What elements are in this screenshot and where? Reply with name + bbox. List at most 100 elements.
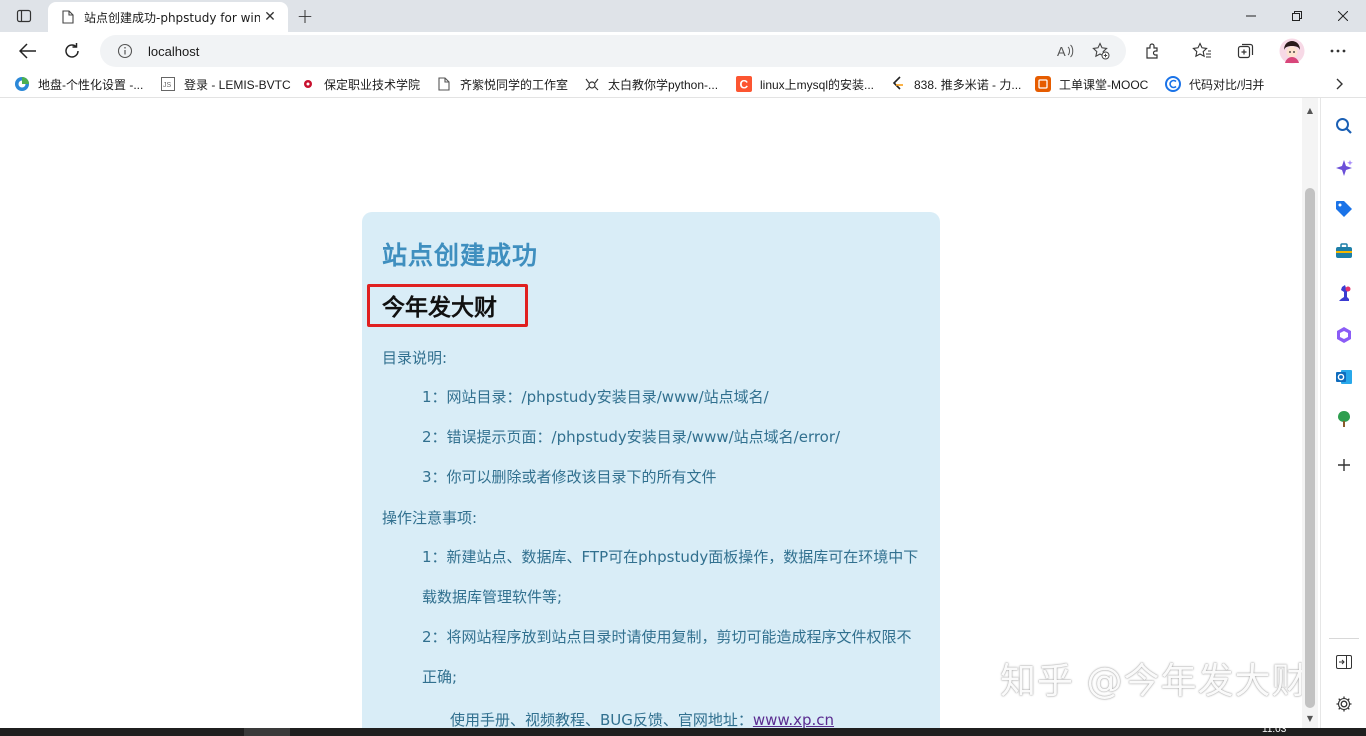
browser-tab-active[interactable]: 站点创建成功-phpstudy for windows ✕ <box>48 2 288 32</box>
page-viewport: 站点创建成功 今年发大财 目录说明: 1：网站目录：/phpstudy安装目录/… <box>0 98 1302 728</box>
sidebar-office-button[interactable] <box>1332 323 1356 347</box>
svg-text:C: C <box>740 78 749 92</box>
notes-section-title: 操作注意事项: <box>382 509 478 527</box>
csdn-c-icon: C <box>736 76 752 92</box>
official-site-link[interactable]: www.xp.cn <box>753 711 834 728</box>
bookmark-item[interactable]: 工单课堂-MOOC <box>1035 74 1148 94</box>
welcome-card: 站点创建成功 今年发大财 目录说明: 1：网站目录：/phpstudy安装目录/… <box>362 212 940 728</box>
bookmarks-overflow-button[interactable] <box>1330 74 1350 94</box>
minimize-icon <box>1246 15 1256 17</box>
scroll-down-icon[interactable]: ▼ <box>1302 710 1318 726</box>
bookmark-item[interactable]: 保定职业技术学院 <box>300 74 420 94</box>
toolbox-icon <box>1336 243 1352 258</box>
bookmark-item[interactable]: 代码对比/归并 <box>1165 74 1264 94</box>
sidebar-outlook-button[interactable] <box>1332 365 1356 389</box>
mooc-icon <box>1035 76 1051 92</box>
sidebar-tree-button[interactable] <box>1332 407 1356 431</box>
back-arrow-icon <box>19 43 36 59</box>
bookmark-item[interactable]: 地盘-个性化设置 -... <box>14 74 143 94</box>
url-text[interactable]: localhost <box>148 44 199 59</box>
sidebar-shopping-button[interactable] <box>1332 197 1356 221</box>
sidebar-search-button[interactable] <box>1332 114 1356 138</box>
search-icon <box>1336 118 1352 134</box>
bookmark-label: 保定职业技术学院 <box>324 77 421 92</box>
notes-item: 2：将网站程序放到站点目录时请使用复制，剪切可能造成程序文件权限不正确; <box>422 628 912 686</box>
new-tab-button[interactable]: + <box>292 4 318 28</box>
sidebar-divider <box>1329 638 1359 639</box>
panel-collapse-icon <box>1336 655 1352 669</box>
settings-more-button[interactable] <box>1322 35 1354 67</box>
spider-icon <box>584 76 600 92</box>
tag-icon <box>1336 201 1352 217</box>
bookmark-item[interactable]: 太白教你学python-... <box>584 74 718 94</box>
sidebar-settings-button[interactable] <box>1332 692 1356 716</box>
directory-item: 1：网站目录：/phpstudy安装目录/www/站点域名/ <box>422 388 769 406</box>
bookmark-item[interactable]: 齐紫悦同学的工作室 <box>436 74 568 94</box>
footer-links: 使用手册、视频教程、BUG反馈、官网地址：www.xp.cn <box>450 709 834 728</box>
collections-icon <box>1237 43 1254 59</box>
favorites-button[interactable] <box>1186 35 1218 67</box>
site-info-icon[interactable] <box>116 42 134 60</box>
outlook-icon <box>1336 370 1352 384</box>
more-dots-icon <box>1330 49 1346 53</box>
collections-button[interactable] <box>1230 35 1262 67</box>
scroll-thumb[interactable] <box>1305 188 1315 708</box>
bookmark-item[interactable]: 838. 推多米诺 - 力... <box>890 74 1021 94</box>
page-subtitle: 今年发大财 <box>382 295 497 321</box>
bookmark-label: 齐紫悦同学的工作室 <box>460 77 569 92</box>
tab-close-icon[interactable]: ✕ <box>260 7 280 27</box>
taskbar-clock: 11:03 <box>1262 724 1287 735</box>
sidebar-tools-button[interactable] <box>1332 239 1356 263</box>
profile-avatar[interactable] <box>1276 35 1308 67</box>
sidebar-add-button[interactable] <box>1332 453 1356 477</box>
directory-section-title: 目录说明: <box>382 349 448 367</box>
tab-strip: 站点创建成功-phpstudy for windows ✕ + <box>0 0 1366 32</box>
colorful-circle-icon <box>14 76 30 92</box>
read-aloud-icon[interactable]: A <box>1055 41 1077 61</box>
bookmark-label: 838. 推多米诺 - 力... <box>914 77 1022 92</box>
add-favorite-icon[interactable] <box>1090 41 1112 61</box>
gear-icon <box>1336 696 1352 712</box>
scroll-up-icon[interactable]: ▲ <box>1302 102 1318 118</box>
directory-item: 2：错误提示页面：/phpstudy安装目录/www/站点域名/error/ <box>422 428 841 446</box>
document-icon <box>436 76 452 92</box>
address-bar[interactable]: localhost A <box>100 35 1126 67</box>
refresh-button[interactable] <box>56 35 88 67</box>
chevron-right-icon <box>1336 78 1343 90</box>
notes-item: 1：新建站点、数据库、FTP可在phpstudy面板操作，数据库可在环境中下载数… <box>422 548 919 606</box>
sidebar-copilot-button[interactable] <box>1332 156 1356 180</box>
svg-text:A: A <box>1057 44 1066 59</box>
bookmarks-bar: 地盘-个性化设置 -... JS 登录 - LEMIS-BVTC 保定职业技术学… <box>0 70 1366 98</box>
plus-icon <box>1338 459 1350 471</box>
close-window-button[interactable] <box>1320 0 1366 32</box>
c-circle-icon <box>1165 76 1181 92</box>
tree-icon <box>1338 411 1350 427</box>
page-icon <box>60 9 76 25</box>
bookmark-label: linux上mysql的安装... <box>760 77 875 92</box>
avatar-icon <box>1279 38 1305 64</box>
bookmark-item[interactable]: C linux上mysql的安装... <box>736 74 874 94</box>
red-dot-icon <box>300 76 316 92</box>
back-button[interactable] <box>12 35 44 67</box>
leetcode-icon <box>890 76 906 92</box>
sidebar-games-button[interactable] <box>1332 281 1356 305</box>
tab-actions-button[interactable] <box>8 4 40 28</box>
svg-text:JS: JS <box>163 82 172 89</box>
page-title: 站点创建成功 <box>382 241 539 270</box>
vertical-scrollbar[interactable]: ▲ ▼ <box>1302 98 1318 728</box>
bookmark-label: 代码对比/归并 <box>1189 77 1265 92</box>
bookmark-label: 登录 - LEMIS-BVTC <box>184 77 291 92</box>
extensions-button[interactable] <box>1137 35 1169 67</box>
refresh-icon <box>65 43 79 58</box>
js-page-icon: JS <box>160 76 176 92</box>
taskbar-active-app[interactable] <box>244 728 290 736</box>
restore-icon <box>1292 11 1302 21</box>
restore-button[interactable] <box>1274 0 1320 32</box>
office-icon <box>1337 327 1351 343</box>
minimize-button[interactable] <box>1228 0 1274 32</box>
bookmark-item[interactable]: JS 登录 - LEMIS-BVTC <box>160 74 291 94</box>
os-taskbar: 11:03 <box>0 724 1366 736</box>
sidebar-hide-button[interactable] <box>1332 650 1356 674</box>
bookmark-label: 太白教你学python-... <box>608 77 719 92</box>
puzzle-icon <box>1146 43 1158 59</box>
